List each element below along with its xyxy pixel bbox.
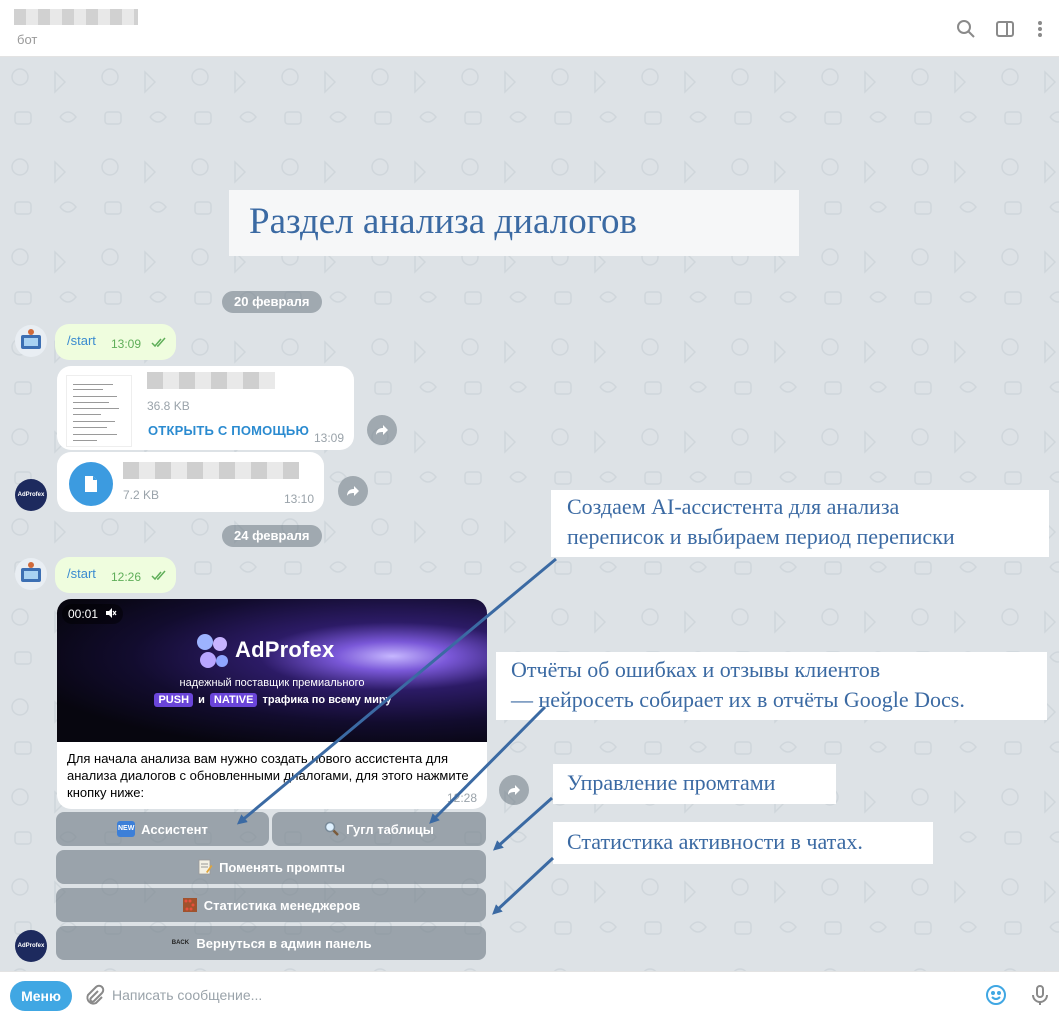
sidebar-toggle-icon[interactable] — [994, 18, 1016, 40]
bot-avatar[interactable]: AdProfex — [15, 930, 47, 962]
video-tagline-2: PUSH и NATIVE трафика по всему миру — [57, 693, 487, 707]
video-tagline: надежный поставщик премиального — [179, 677, 365, 689]
section-title: Раздел анализа диалогов — [249, 201, 637, 242]
tagline-tail: трафика по всему миру — [262, 694, 392, 706]
document-message[interactable]: 36.8 KB ОТКРЫТЬ С ПОМОЩЬЮ 13:09 — [57, 366, 354, 450]
annotation-assistant: Создаем AI-ассистента для анализа перепи… — [551, 490, 1049, 557]
read-check-icon — [151, 570, 166, 581]
chat-header: бот — [0, 0, 1059, 57]
message-time: 12:28 — [447, 791, 478, 805]
document-thumbnail[interactable] — [66, 375, 132, 447]
adprofex-logo-icon — [197, 634, 228, 668]
video-duration-text: 00:01 — [68, 607, 99, 621]
video-duration[interactable]: 00:01 — [62, 604, 124, 624]
file-message[interactable]: 7.2 KB 13:10 — [57, 452, 324, 512]
file-icon[interactable] — [69, 462, 113, 506]
and-word: и — [198, 694, 205, 706]
back-arrow-icon: BACK — [171, 940, 190, 946]
magnifier-icon — [324, 821, 340, 836]
bot-avatar-label: AdProfex — [17, 492, 45, 498]
section-title-banner: Раздел анализа диалогов — [229, 190, 799, 256]
outgoing-message[interactable]: /start 13:09 — [55, 324, 176, 360]
annotation-prompts: Управление промтами — [553, 764, 836, 804]
microphone-icon[interactable] — [1029, 984, 1051, 1006]
annotation-line: переписок и выбираем период переписки — [567, 524, 955, 549]
document-size: 36.8 KB — [147, 399, 190, 413]
annotation-reports: Отчёты об ошибках и отзывы клиентов — не… — [496, 652, 1047, 720]
video-player[interactable]: 00:01 AdProfex надежный поставщик премиа… — [57, 599, 487, 742]
message-time: 12:26 — [111, 570, 142, 584]
forward-button[interactable] — [338, 476, 368, 506]
user-avatar[interactable] — [15, 558, 47, 590]
assistant-button[interactable]: NEW Ассистент — [56, 812, 269, 846]
forward-button[interactable] — [499, 775, 529, 805]
new-badge-icon: NEW — [117, 821, 136, 837]
push-tag: PUSH — [154, 693, 194, 707]
bot-menu-button[interactable]: Меню — [10, 981, 72, 1011]
user-avatar[interactable] — [15, 325, 47, 357]
date-separator: 20 февраля — [222, 291, 322, 313]
google-sheets-button[interactable]: Гугл таблицы — [272, 812, 486, 846]
file-name-redacted — [123, 462, 299, 479]
annotation-line: Создаем AI-ассистента для анализа — [567, 494, 900, 519]
forward-icon — [347, 486, 359, 496]
chat-subtitle: бот — [17, 32, 38, 47]
annotation-line: Отчёты об ошибках и отзывы клиентов — [511, 657, 881, 682]
change-prompts-button-label: Поменять промпты — [219, 859, 345, 875]
message-time: 13:10 — [284, 492, 315, 506]
emoji-icon[interactable] — [985, 984, 1007, 1006]
more-vertical-icon[interactable] — [1029, 18, 1051, 40]
change-prompts-button[interactable]: Поменять промпты — [56, 850, 486, 884]
native-tag: NATIVE — [209, 693, 258, 707]
annotation-line: Управление промтами — [567, 770, 776, 795]
outgoing-message[interactable]: /start 12:26 — [55, 557, 176, 593]
forward-icon — [508, 785, 520, 795]
annotation-line: Статистика активности в чатах. — [567, 829, 863, 854]
command-text[interactable]: /start — [67, 333, 96, 348]
abacus-icon — [182, 898, 197, 912]
command-text[interactable]: /start — [67, 566, 96, 581]
manager-stats-button-label: Статистика менеджеров — [203, 897, 361, 913]
google-sheets-button-label: Гугл таблицы — [346, 821, 434, 837]
date-separator: 24 февраля — [222, 525, 322, 547]
attach-icon[interactable] — [83, 984, 105, 1006]
forward-button[interactable] — [367, 415, 397, 445]
search-icon[interactable] — [955, 18, 977, 40]
chat-area[interactable]: Раздел анализа диалогов 20 февраля /star… — [0, 57, 1059, 971]
message-text: Для начала анализа вам нужно создать нов… — [67, 751, 469, 800]
video-brand-name: AdProfex — [235, 637, 335, 662]
video-message[interactable]: 00:01 AdProfex надежный поставщик премиа… — [57, 599, 487, 809]
message-time: 13:09 — [111, 337, 142, 351]
bot-avatar[interactable]: AdProfex — [15, 479, 47, 511]
open-with-link[interactable]: ОТКРЫТЬ С ПОМОЩЬЮ — [148, 423, 309, 438]
memo-icon — [198, 859, 213, 875]
annotation-line: — нейросеть собирает их в отчёты Google … — [511, 687, 965, 712]
muted-icon[interactable] — [105, 607, 117, 619]
file-size: 7.2 KB — [123, 488, 160, 502]
annotation-stats: Статистика активности в чатах. — [553, 822, 933, 864]
composer-bar: Меню — [0, 971, 1059, 1015]
message-time: 13:09 — [314, 431, 345, 445]
message-input[interactable] — [112, 982, 952, 1008]
read-check-icon — [151, 337, 166, 348]
chat-title-redacted[interactable] — [14, 9, 138, 25]
manager-stats-button[interactable]: Статистика менеджеров — [56, 888, 486, 922]
back-to-admin-button-label: Вернуться в админ панель — [196, 935, 372, 951]
bot-avatar-label: AdProfex — [17, 943, 45, 949]
back-to-admin-button[interactable]: BACK Вернуться в админ панель — [56, 926, 486, 960]
forward-icon — [376, 425, 388, 435]
document-name-redacted — [147, 372, 275, 389]
assistant-button-label: Ассистент — [141, 821, 208, 837]
